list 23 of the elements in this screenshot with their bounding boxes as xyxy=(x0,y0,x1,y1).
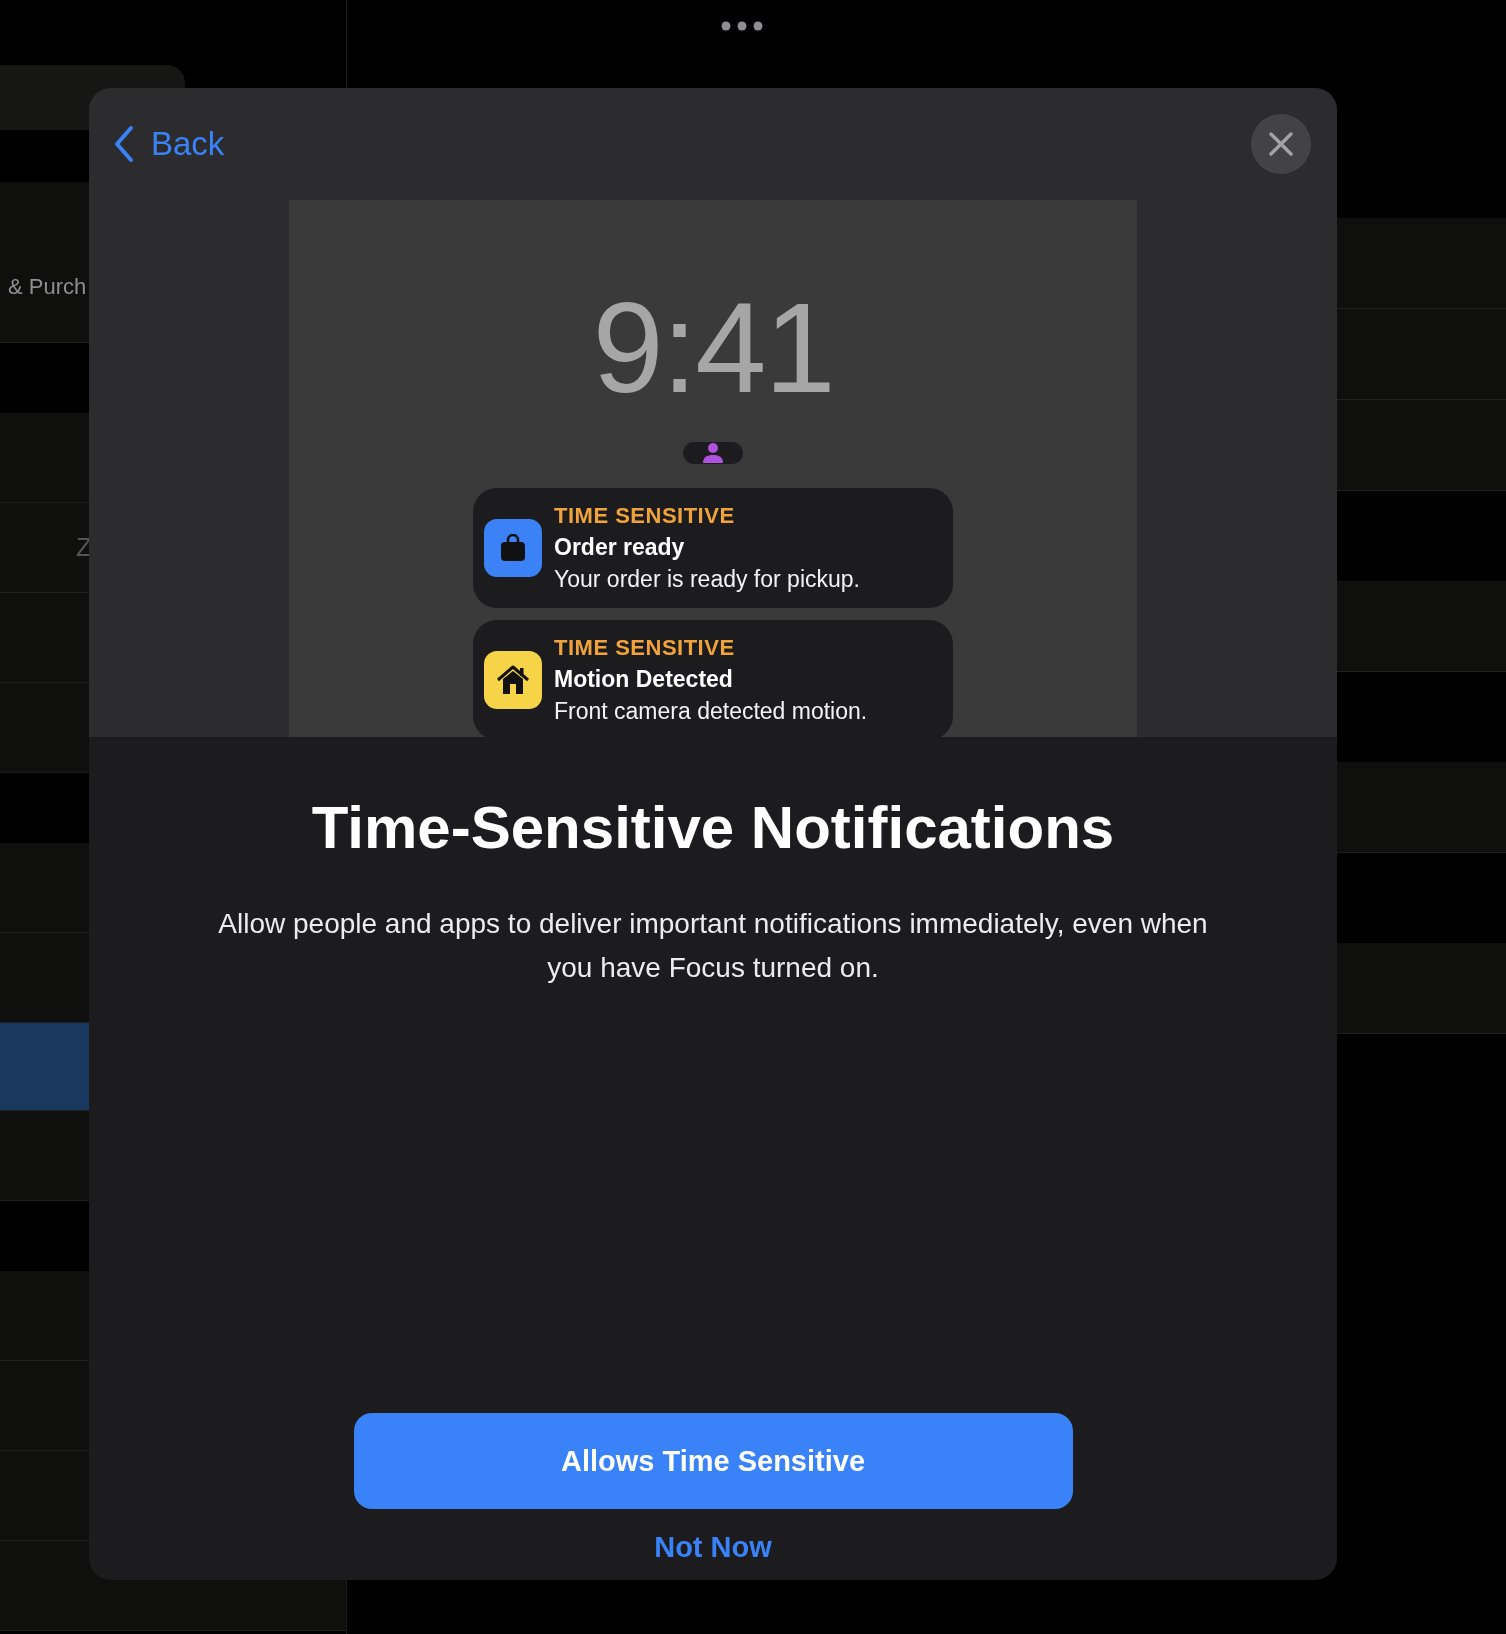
list-row[interactable] xyxy=(1337,309,1506,400)
more-icon[interactable] xyxy=(721,21,763,31)
notification-label: TIME SENSITIVE xyxy=(554,635,736,661)
list-row[interactable] xyxy=(1337,943,1506,1034)
row-label: & Purch xyxy=(7,274,87,300)
allow-button[interactable]: Allows Time Sensitive xyxy=(353,1413,1073,1509)
chevron-left-icon xyxy=(113,125,135,163)
notification-title: Order ready xyxy=(554,534,686,561)
list-row[interactable] xyxy=(1337,218,1506,309)
focus-indicator-icon xyxy=(683,442,743,464)
notification-title: Motion Detected xyxy=(554,666,734,693)
back-button[interactable]: Back xyxy=(113,125,225,163)
clock-time: 9:41 xyxy=(592,284,834,412)
sheet-title: Time-Sensitive Notifications xyxy=(311,793,1115,862)
not-now-link[interactable]: Not Now xyxy=(646,1527,780,1568)
close-icon xyxy=(1268,131,1294,157)
notification-body: Front camera detected motion. xyxy=(554,698,868,725)
list-row[interactable] xyxy=(1337,400,1506,491)
list-row[interactable] xyxy=(1337,762,1506,853)
notification-label: TIME SENSITIVE xyxy=(554,503,736,529)
notification-body: Your order is ready for pickup. xyxy=(554,566,860,593)
description-text: Allow people and apps to deliver important notifications immediately, even when you have Focus turned on. xyxy=(218,907,1208,985)
list-row[interactable] xyxy=(1337,581,1506,672)
